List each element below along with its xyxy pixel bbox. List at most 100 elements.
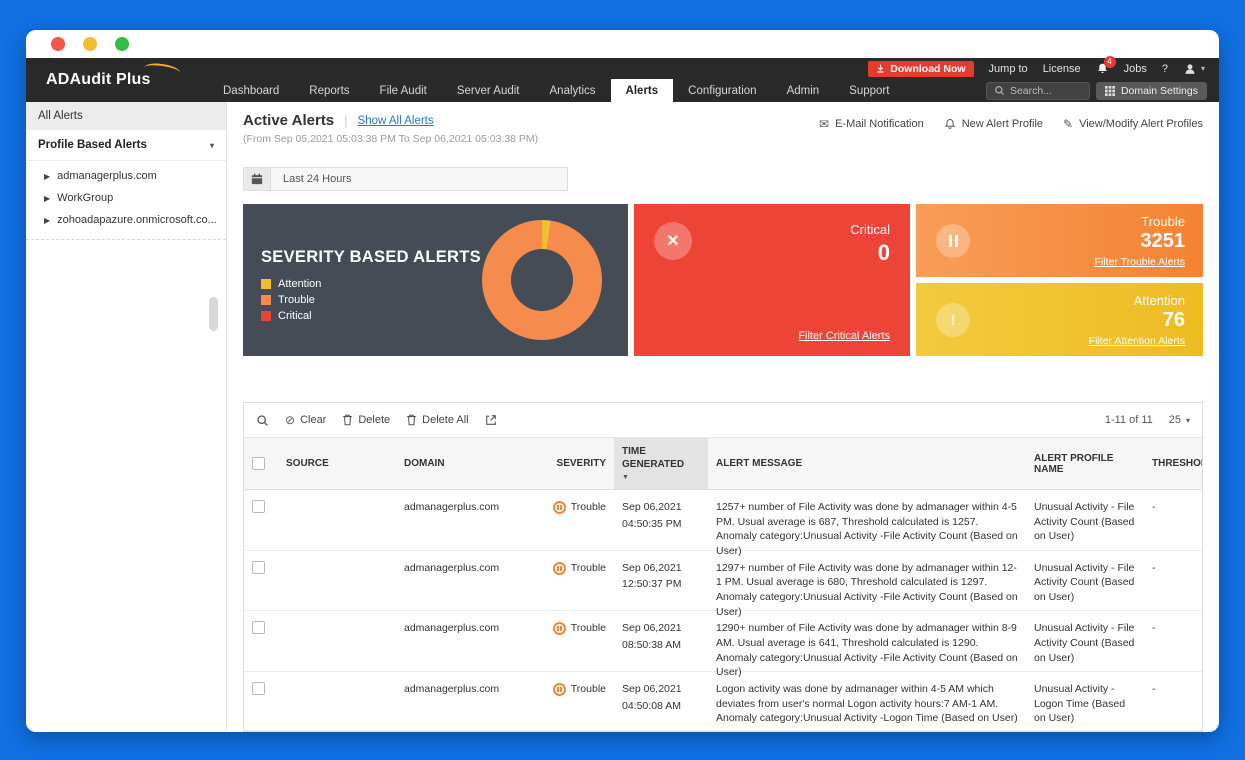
- critical-swatch-icon: [261, 311, 271, 321]
- col-alert-profile-name[interactable]: ALERT PROFILE NAME: [1026, 438, 1144, 489]
- row-checkbox[interactable]: [252, 500, 265, 513]
- search-icon: [995, 86, 1004, 96]
- severity-based-alerts-panel: SEVERITY BASED ALERTS Attention Trouble: [243, 204, 628, 356]
- time-filter[interactable]: Last 24 Hours: [243, 167, 568, 191]
- pagination-range: 1-11 of 11: [1104, 414, 1153, 426]
- chevron-down-icon: ▾: [1185, 415, 1190, 425]
- show-all-alerts-link[interactable]: Show All Alerts: [358, 115, 434, 127]
- cell-alert-message: Logon activity was done by admanager wit…: [716, 683, 1018, 725]
- legend-critical: Critical: [261, 310, 321, 322]
- date-range-subtitle: (From Sep 05,2021 05:03:38 PM To Sep 06,…: [243, 133, 539, 145]
- tab-file-audit[interactable]: File Audit: [365, 79, 442, 102]
- cell-threshold: -: [1152, 683, 1156, 696]
- row-checkbox[interactable]: [252, 682, 265, 696]
- clear-button[interactable]: ⊘ Clear: [285, 413, 326, 427]
- page-size-select[interactable]: 25 ▾: [1169, 414, 1190, 426]
- legend-trouble: Trouble: [261, 294, 321, 306]
- col-domain[interactable]: DOMAIN: [396, 438, 538, 489]
- calendar-button[interactable]: [244, 168, 271, 190]
- app-logo-text: ADAudit Plus: [46, 71, 151, 88]
- app-window: ADAudit Plus Download Now Jump to Licens…: [26, 30, 1219, 732]
- col-threshold[interactable]: THRESHOLD: [1144, 438, 1202, 489]
- col-time-generated[interactable]: TIME GENERATED ▼: [614, 438, 708, 489]
- row-checkbox[interactable]: [252, 621, 265, 635]
- title-divider: |: [344, 113, 348, 128]
- select-all-checkbox[interactable]: [252, 457, 265, 470]
- sidebar-item-admanagerplus[interactable]: ▶ admanagerplus.com: [26, 165, 226, 187]
- sidebar: All Alerts Profile Based Alerts ▾ ▶ adma…: [26, 102, 227, 732]
- trouble-severity-icon: [552, 622, 566, 636]
- trash-icon: [343, 414, 353, 426]
- tab-dashboard[interactable]: Dashboard: [208, 79, 294, 102]
- close-window-button[interactable]: [51, 37, 65, 51]
- user-menu[interactable]: ▾: [1183, 62, 1205, 76]
- tree-item-label: zohoadapazure.onmicrosoft.co...: [57, 214, 217, 226]
- user-icon: [1185, 63, 1195, 74]
- tab-support[interactable]: Support: [834, 79, 904, 102]
- row-checkbox[interactable]: [252, 560, 265, 574]
- trouble-card: Trouble 3251 Filter Trouble Alerts: [916, 204, 1203, 277]
- global-search[interactable]: [985, 81, 1090, 100]
- trouble-swatch-icon: [261, 295, 271, 305]
- filter-attention-alerts-link[interactable]: Filter Attention Alerts: [1089, 335, 1185, 347]
- envelope-icon: ✉: [819, 117, 830, 131]
- delete-all-button[interactable]: Delete All: [406, 414, 469, 426]
- jobs-menu[interactable]: Jobs: [1124, 63, 1147, 75]
- filter-critical-alerts-link[interactable]: Filter Critical Alerts: [798, 330, 890, 342]
- sidebar-item-zohoadapazure[interactable]: ▶ zohoadapazure.onmicrosoft.co...: [26, 209, 226, 231]
- view-modify-alert-profiles-button[interactable]: ✎ View/Modify Alert Profiles: [1063, 117, 1203, 131]
- search-input[interactable]: [1009, 84, 1080, 97]
- tab-reports[interactable]: Reports: [294, 79, 364, 102]
- topbar: ADAudit Plus Download Now Jump to Licens…: [26, 56, 1219, 102]
- notifications-button[interactable]: 4: [1096, 56, 1116, 75]
- tree-item-label: admanagerplus.com: [57, 170, 157, 182]
- cell-severity: Trouble: [538, 672, 614, 731]
- tab-configuration[interactable]: Configuration: [673, 79, 771, 102]
- license-menu[interactable]: License: [1043, 63, 1081, 75]
- trouble-severity-icon: [552, 561, 566, 575]
- bell-plus-icon: [944, 119, 955, 129]
- notification-badge: 4: [1103, 56, 1116, 68]
- content: Active Alerts | Show All Alerts (From Se…: [227, 102, 1219, 732]
- download-now-button[interactable]: Download Now: [868, 60, 974, 77]
- email-notification-button[interactable]: ✉ E-Mail Notification: [819, 117, 924, 131]
- table-row: admanagerplus.com Trouble Sep 06,2021 08:…: [244, 611, 1202, 678]
- maximize-window-button[interactable]: [115, 37, 129, 51]
- help-button[interactable]: ?: [1162, 63, 1168, 75]
- chevron-down-icon: ▾: [1200, 64, 1205, 73]
- jump-to-menu[interactable]: Jump to: [989, 63, 1028, 75]
- tab-server-audit[interactable]: Server Audit: [442, 79, 535, 102]
- minimize-window-button[interactable]: [83, 37, 97, 51]
- filter-trouble-alerts-link[interactable]: Filter Trouble Alerts: [1095, 256, 1185, 268]
- sidebar-item-workgroup[interactable]: ▶ WorkGroup: [26, 187, 226, 209]
- cell-time-generated: Sep 06,2021 04:50:08 AM: [622, 683, 682, 712]
- trouble-label: Trouble: [1141, 214, 1185, 229]
- table-search-button[interactable]: [256, 414, 269, 427]
- trouble-pause-icon: [936, 223, 970, 258]
- col-alert-message[interactable]: ALERT MESSAGE: [708, 438, 1026, 489]
- app-logo: ADAudit Plus: [26, 58, 208, 102]
- export-button[interactable]: [485, 414, 497, 426]
- attention-exclamation-icon: !: [936, 302, 970, 337]
- col-source[interactable]: SOURCE: [278, 438, 396, 489]
- critical-x-icon: ✕: [654, 222, 692, 260]
- delete-button[interactable]: Delete: [342, 414, 390, 426]
- sort-desc-icon[interactable]: ▼: [622, 474, 629, 481]
- main-nav: Dashboard Reports File Audit Server Audi…: [208, 79, 1219, 102]
- domain-settings-button[interactable]: Domain Settings: [1095, 81, 1207, 100]
- new-alert-profile-button[interactable]: New Alert Profile: [944, 118, 1043, 130]
- tab-alerts[interactable]: Alerts: [610, 79, 674, 102]
- expand-arrow-icon: ▶: [44, 171, 51, 181]
- legend-attention: Attention: [261, 278, 321, 290]
- tab-admin[interactable]: Admin: [772, 79, 835, 102]
- sidebar-header: All Alerts: [26, 102, 226, 130]
- critical-label: Critical: [850, 222, 890, 237]
- sidebar-scrollbar-thumb[interactable]: [209, 297, 218, 331]
- cell-source: [278, 672, 396, 731]
- col-severity[interactable]: SEVERITY: [538, 438, 614, 489]
- table-row: admanagerplus.com Trouble Sep 06,2021 04:…: [244, 490, 1202, 557]
- tab-analytics[interactable]: Analytics: [535, 79, 611, 102]
- sidebar-group-profile-based-alerts[interactable]: Profile Based Alerts ▾: [26, 130, 226, 161]
- window-titlebar: [26, 30, 1219, 58]
- header-actions: ✉ E-Mail Notification New Alert Profile …: [819, 117, 1203, 131]
